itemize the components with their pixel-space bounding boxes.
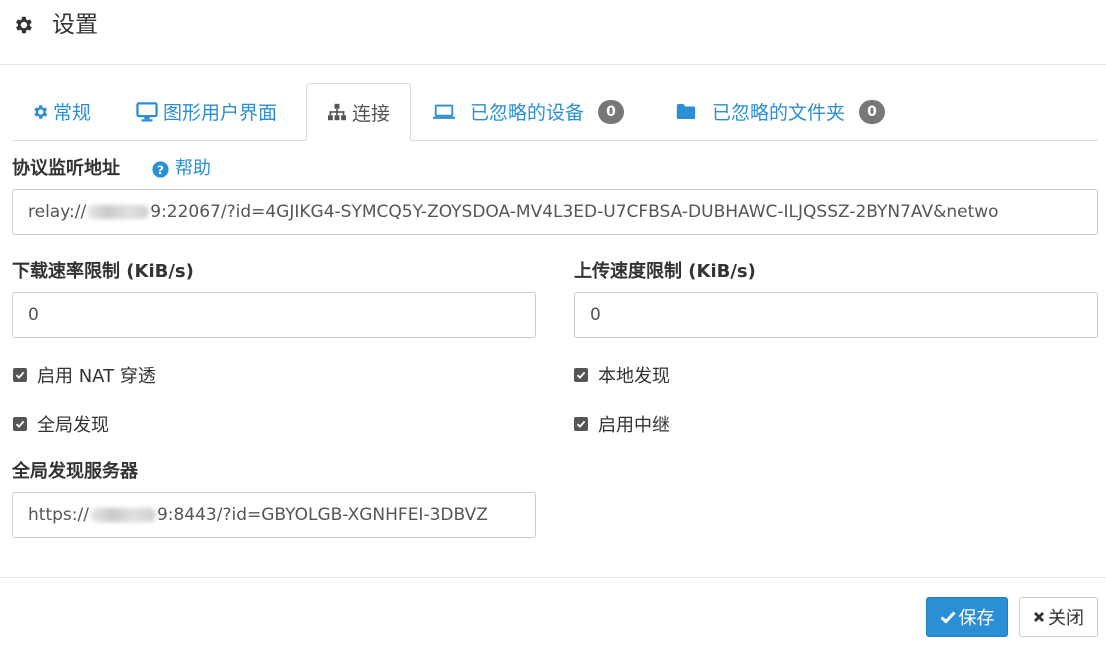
ignored-devices-count-badge: 0 xyxy=(598,99,625,124)
listen-address-label: 协议监听地址 xyxy=(12,158,120,179)
close-icon xyxy=(1034,612,1044,622)
help-link[interactable]: ? 帮助 xyxy=(152,157,211,181)
tab-label: 连接 xyxy=(351,102,390,125)
discovery-server-input[interactable]: https:// 9:8443/?id=GBYOLGB-XGNHFEI-3DBVZ xyxy=(12,492,536,538)
discovery-server-prefix: https:// xyxy=(28,505,89,525)
footer-divider xyxy=(0,577,1106,578)
nat-traversal-checkbox[interactable]: 启用 NAT 穿透 xyxy=(13,362,156,388)
tab-bar: 常规 图形用户界面 连接 已忽略的设备 0 已忽略的文件夹 0 xyxy=(12,83,1098,141)
modal-header: 设置 xyxy=(0,0,1106,65)
redacted-address xyxy=(87,205,150,219)
checkbox-label: 启用中继 xyxy=(598,415,670,436)
check-icon xyxy=(940,611,956,624)
tab-label: 已忽略的文件夹 xyxy=(712,102,846,124)
desktop-icon xyxy=(136,101,158,122)
tab-label: 已忽略的设备 xyxy=(470,102,585,124)
checkbox-checked-icon xyxy=(13,368,27,382)
discovery-server-suffix: 9:8443/?id=GBYOLGB-XGNHFEI-3DBVZ xyxy=(156,505,488,525)
tab-ignored-devices[interactable]: 已忽略的设备 0 xyxy=(432,83,625,140)
discovery-server-label: 全局发现服务器 xyxy=(12,461,138,482)
local-discovery-checkbox[interactable]: 本地发现 xyxy=(574,362,670,388)
page-title: 设置 xyxy=(52,12,98,38)
question-circle-icon: ? xyxy=(152,160,169,178)
svg-text:?: ? xyxy=(157,162,164,176)
tab-connections[interactable]: 连接 xyxy=(306,83,411,141)
checkbox-label: 启用 NAT 穿透 xyxy=(37,366,156,387)
cog-icon xyxy=(34,104,48,119)
tab-ignored-folders[interactable]: 已忽略的文件夹 0 xyxy=(676,83,886,140)
listen-address-suffix: 9:22067/?id=4GJIKG4-SYMCQ5Y-ZOYSDOA-MV4L… xyxy=(150,202,999,222)
tab-label: 图形用户界面 xyxy=(163,102,278,124)
gear-icon xyxy=(16,16,32,34)
help-label: 帮助 xyxy=(175,158,211,179)
checkbox-checked-icon xyxy=(13,417,27,431)
checkbox-checked-icon xyxy=(574,417,588,431)
global-discovery-checkbox[interactable]: 全局发现 xyxy=(13,411,109,437)
close-button[interactable]: 关闭 xyxy=(1019,597,1098,637)
redacted-address xyxy=(89,508,156,522)
laptop-icon xyxy=(432,104,456,119)
listen-address-prefix: relay:// xyxy=(28,202,87,222)
checkbox-checked-icon xyxy=(574,368,588,382)
close-label: 关闭 xyxy=(1048,608,1084,629)
save-label: 保存 xyxy=(958,608,995,629)
tab-label: 常规 xyxy=(53,102,92,124)
tab-general[interactable]: 常规 xyxy=(31,83,91,140)
ignored-folders-count-badge: 0 xyxy=(859,99,886,124)
download-rate-label: 下载速率限制 (KiB/s) xyxy=(12,261,194,282)
listen-address-input[interactable]: relay:// 9:22067/?id=4GJIKG4-SYMCQ5Y-ZOYS… xyxy=(12,189,1098,235)
tab-gui[interactable]: 图形用户界面 xyxy=(136,83,277,140)
upload-rate-input[interactable]: 0 xyxy=(574,292,1098,338)
save-button[interactable]: 保存 xyxy=(926,597,1008,637)
checkbox-label: 本地发现 xyxy=(598,366,670,387)
sitemap-icon xyxy=(327,103,346,121)
download-rate-input[interactable]: 0 xyxy=(12,292,536,338)
checkbox-label: 全局发现 xyxy=(37,415,109,436)
upload-rate-label: 上传速度限制 (KiB/s) xyxy=(574,261,756,282)
relay-checkbox[interactable]: 启用中继 xyxy=(574,411,670,437)
folder-icon xyxy=(676,104,696,119)
